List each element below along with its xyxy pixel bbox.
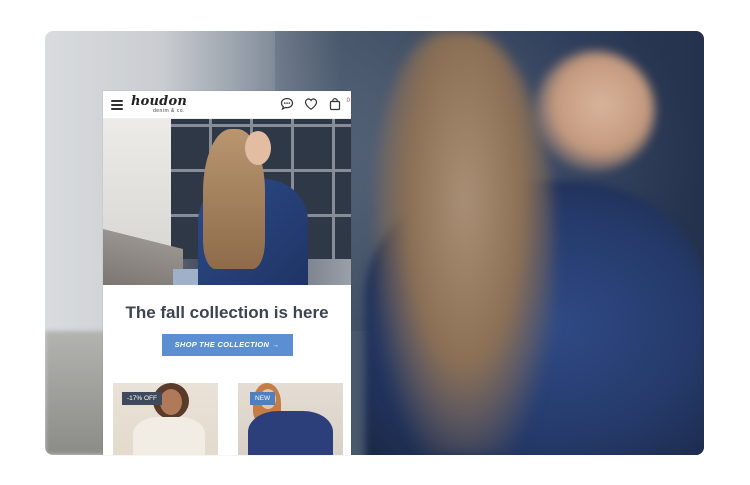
shopping-bag-icon[interactable]: 0 <box>327 96 350 112</box>
cta-wrapper: SHOP THE COLLECTION → <box>103 334 351 356</box>
hamburger-menu-icon[interactable] <box>111 99 123 110</box>
hero-image <box>103 119 351 285</box>
brand-logo[interactable]: houdon denim & co. <box>131 95 187 114</box>
background-hair <box>375 31 555 455</box>
header-actions: 0 <box>279 96 350 112</box>
product-grid: -17% OFF NEW <box>113 383 343 455</box>
product-card[interactable]: NEW <box>238 383 343 455</box>
chat-icon[interactable] <box>279 96 295 112</box>
brand-name: houdon <box>131 94 187 109</box>
cart-count: 0 <box>346 98 350 104</box>
hero-model-face <box>245 131 271 165</box>
product-image-shirt <box>133 417 205 455</box>
mobile-site-preview: houdon denim & co. 0 The fall collection… <box>103 91 351 455</box>
background-face <box>535 51 655 171</box>
heart-icon[interactable] <box>303 96 319 112</box>
hero-headline: The fall collection is here <box>125 303 329 322</box>
product-image-sweater <box>248 411 333 455</box>
shop-collection-button[interactable]: SHOP THE COLLECTION → <box>161 334 293 356</box>
new-badge: NEW <box>250 392 276 405</box>
brand-tagline: denim & co. <box>153 108 185 114</box>
product-image-face <box>160 389 182 415</box>
product-card[interactable]: -17% OFF <box>113 383 218 455</box>
site-header: houdon denim & co. 0 <box>103 91 351 119</box>
sale-badge: -17% OFF <box>122 392 162 405</box>
